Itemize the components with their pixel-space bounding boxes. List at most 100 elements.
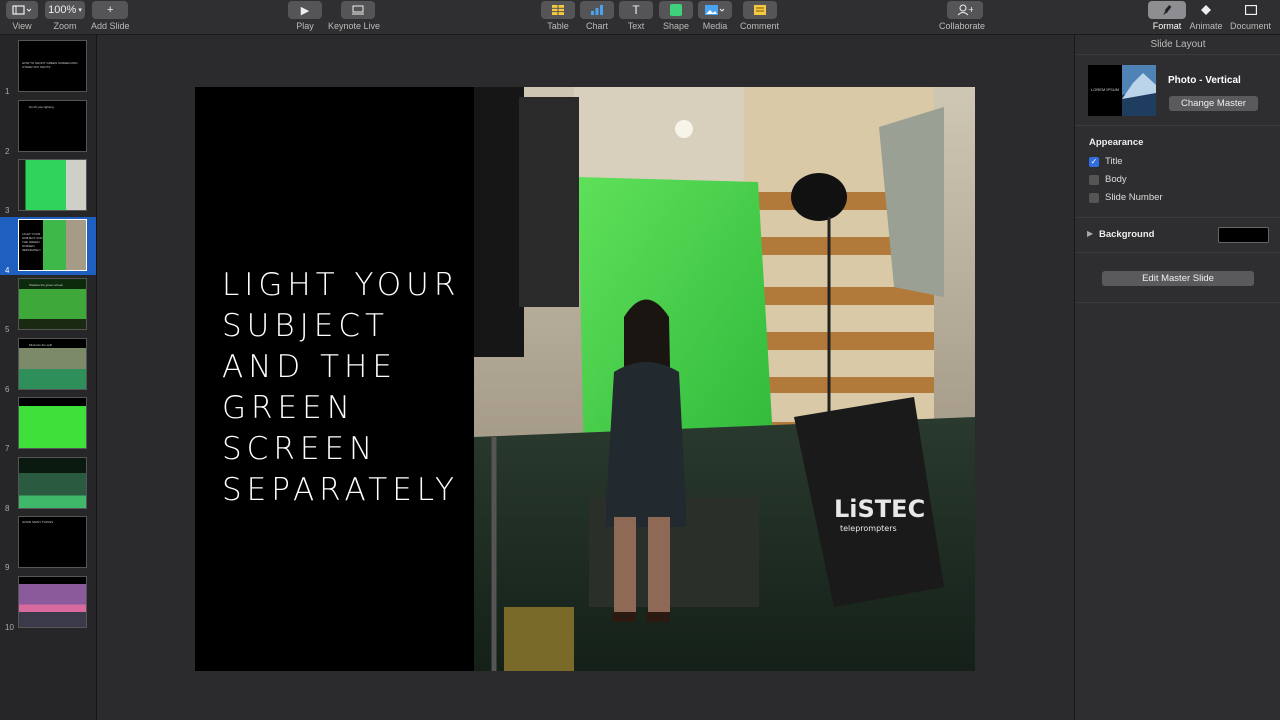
slide-thumbnail[interactable]: Do lift your lighting — [18, 99, 87, 152]
slide-thumbnail-row[interactable]: 5 Shadow the green screen — [0, 276, 96, 334]
play-icon: ▶ — [288, 1, 322, 19]
toolbar: View 100% ▾ Zoom + Add Slide ▶ Play Keyno… — [0, 0, 1280, 35]
slide-thumbnail-row[interactable]: 9 AVOID SHINY THINGS — [0, 514, 96, 572]
animate-button[interactable]: Animate — [1189, 1, 1223, 31]
slide-title[interactable]: LIGHT YOUR SUBJECT AND THE GREEN SCREEN SEPAR… — [222, 265, 462, 511]
format-button[interactable]: Format — [1148, 1, 1186, 31]
slide-thumbnail[interactable] — [18, 575, 87, 628]
zoom-control[interactable]: 100% ▾ Zoom — [45, 1, 85, 31]
keynote-live-icon — [341, 1, 376, 19]
slide-thumbnail[interactable]: Shadow the green screen — [18, 278, 87, 330]
slide[interactable]: LIGHT YOUR SUBJECT AND THE GREEN SCREEN SEPAR… — [195, 87, 975, 671]
keynote-live-label: Keynote Live — [328, 21, 381, 31]
slide-title-line: SCREEN — [222, 431, 378, 467]
paintbrush-icon — [1148, 1, 1186, 19]
brand-sub: teleprompters — [840, 524, 897, 533]
chart-button[interactable]: Chart — [580, 1, 614, 31]
slide-thumbnail[interactable] — [18, 397, 87, 449]
play-label: Play — [296, 21, 314, 31]
comment-button[interactable]: Comment — [740, 1, 779, 31]
slide-number-checkbox-row[interactable]: Slide Number — [1089, 192, 1163, 203]
collaborate-icon: + — [946, 1, 983, 19]
slide-thumbnail-row[interactable]: 2 Do lift your lighting — [0, 98, 96, 156]
green-screen-studio-photo: LiSTEC teleprompters — [474, 87, 975, 671]
background-heading[interactable]: Background — [1099, 229, 1154, 240]
slide-thumbnail[interactable]: LIGHT YOUR SUBJECT AND THE GREEN SCREEN … — [18, 218, 87, 271]
title-checkbox-label: Title — [1105, 156, 1123, 167]
slide-number-checkbox[interactable] — [1089, 192, 1099, 203]
edit-master-slide-button[interactable]: Edit Master Slide — [1102, 271, 1254, 286]
slide-thumbnail-row[interactable]: 6 Minimize the spill — [0, 336, 96, 394]
brand-logo: LiSTEC — [834, 495, 925, 523]
sidebar-icon — [6, 1, 38, 19]
chart-label: Chart — [585, 21, 608, 31]
background-color-well[interactable] — [1218, 227, 1269, 243]
keynote-live-button[interactable]: Keynote Live — [328, 1, 380, 31]
disclosure-triangle-icon[interactable]: ▶ — [1087, 229, 1093, 238]
play-button[interactable]: ▶ Play — [288, 1, 322, 31]
slide-thumbnail-row[interactable]: 8 — [0, 455, 96, 513]
body-checkbox[interactable] — [1089, 174, 1099, 185]
add-slide-button[interactable]: + Add Slide — [91, 1, 130, 31]
slide-thumbnail[interactable]: AVOID SHINY THINGS — [18, 516, 87, 568]
body-checkbox-label: Body — [1105, 174, 1127, 185]
title-checkbox-row[interactable]: ✓ Title — [1089, 156, 1123, 167]
divider — [1075, 125, 1280, 126]
table-label: Table — [547, 21, 569, 31]
media-label: Media — [702, 21, 728, 31]
slide-title-line: GREEN — [222, 390, 355, 426]
inspector-header: Slide Layout — [1075, 35, 1280, 55]
slide-number: 3 — [5, 206, 10, 215]
collaborate-label: Collaborate — [939, 21, 986, 31]
slide-thumbnail-row[interactable]: 10 — [0, 574, 96, 632]
slide-thumbnail-row[interactable]: 3 — [0, 157, 96, 215]
svg-text:+: + — [968, 5, 973, 14]
slide-thumbnail-row[interactable]: 7 — [0, 395, 96, 453]
animate-icon — [1189, 1, 1223, 19]
slide-number: 10 — [5, 622, 14, 632]
change-master-button[interactable]: Change Master — [1169, 96, 1258, 111]
slide-number: 2 — [5, 146, 10, 156]
slide-thumbnail-text: Minimize the spill — [29, 342, 52, 347]
slide-number: 9 — [5, 563, 10, 572]
media-button[interactable]: Media — [698, 1, 732, 31]
zoom-value: 100% — [48, 4, 77, 16]
add-slide-label: Add Slide — [91, 21, 130, 31]
slide-title-line: SUBJECT — [222, 308, 389, 344]
slide-thumbnail[interactable]: HOW TO SHOOT GREEN SCREEN AND OTHER VFX … — [18, 40, 87, 92]
slide-title-line: LIGHT YOUR — [222, 267, 461, 303]
slide-thumbnail-row[interactable]: 1 HOW TO SHOOT GREEN SCREEN AND OTHER VFX… — [0, 38, 96, 96]
chart-icon — [580, 1, 614, 19]
slide-thumbnail-text: AVOID SHINY THINGS — [22, 520, 54, 524]
slide-title-line: AND THE — [222, 349, 397, 385]
animate-label: Animate — [1189, 21, 1223, 31]
slide-photo[interactable]: LiSTEC teleprompters — [474, 87, 975, 671]
collaborate-button[interactable]: + Collaborate — [939, 1, 985, 31]
master-thumb-text: LOREM IPSUM — [1091, 87, 1120, 92]
table-button[interactable]: Table — [541, 1, 575, 31]
shape-button[interactable]: Shape — [659, 1, 693, 31]
slide-number: 8 — [5, 503, 10, 513]
document-button[interactable]: Document — [1230, 1, 1271, 31]
shape-icon — [659, 1, 693, 19]
media-icon — [698, 1, 732, 19]
slide-thumbnail[interactable]: Minimize the spill — [18, 337, 87, 390]
slide-number-checkbox-label: Slide Number — [1105, 192, 1163, 203]
divider — [1075, 252, 1280, 253]
slide-thumbnail[interactable] — [18, 159, 87, 211]
text-button[interactable]: T Text — [619, 1, 653, 31]
text-label: Text — [627, 21, 645, 31]
table-icon — [541, 1, 575, 19]
master-thumbnail[interactable]: LOREM IPSUM — [1088, 65, 1156, 116]
zoom-label: Zoom — [53, 21, 77, 31]
plus-icon: + — [92, 1, 129, 19]
slide-title-line: SEPARATELY — [222, 472, 459, 508]
body-checkbox-row[interactable]: Body — [1089, 174, 1127, 185]
slide-thumbnail-row[interactable]: 4 LIGHT YOUR SUBJECT AND THE GREEN SCREEN… — [0, 216, 96, 275]
slide-thumbnail[interactable] — [18, 456, 87, 509]
slide-thumbnail-text: Shadow the green screen — [29, 283, 64, 287]
title-checkbox[interactable]: ✓ — [1089, 156, 1099, 167]
view-button[interactable]: View — [6, 1, 38, 31]
document-label: Document — [1230, 21, 1272, 31]
slide-canvas: LIGHT YOUR SUBJECT AND THE GREEN SCREEN SEPAR… — [97, 35, 1074, 720]
